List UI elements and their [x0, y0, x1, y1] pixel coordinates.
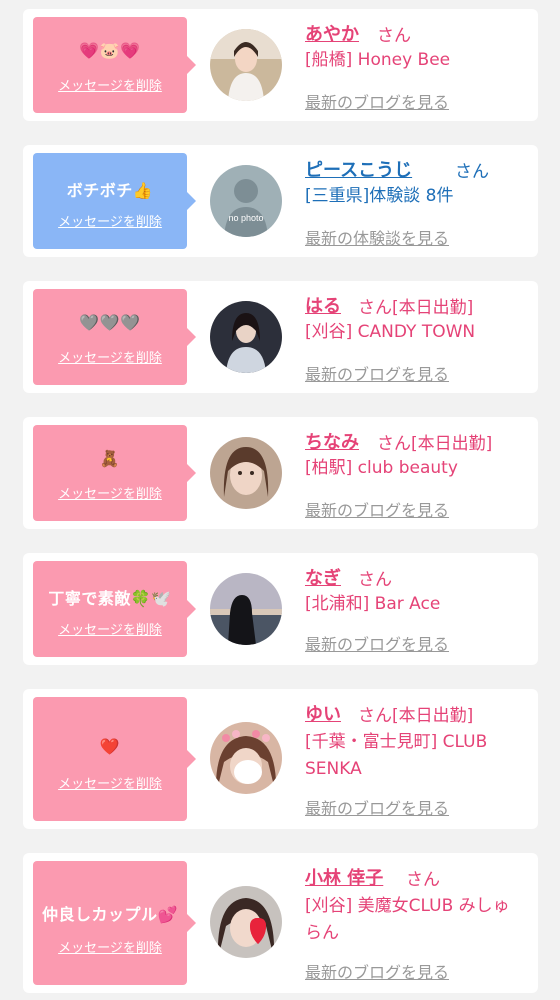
latest-blog-link[interactable]: 最新のブログを見る — [305, 959, 449, 983]
avatar[interactable] — [210, 29, 282, 101]
latest-blog-link[interactable]: 最新のブログを見る — [305, 89, 449, 113]
no-photo-avatar-icon: no photo — [210, 165, 282, 237]
message-bubble: ❤️ メッセージを削除 — [33, 697, 196, 821]
user-name-link[interactable]: ピースこうじ — [305, 156, 412, 182]
delete-message-link[interactable]: メッセージを削除 — [33, 937, 187, 956]
latest-blog-link[interactable]: 最新のブログを見る — [305, 795, 449, 819]
honorific: さん — [358, 570, 392, 590]
avatar[interactable] — [210, 886, 282, 958]
message-bubble: 丁寧で素敵🍀🕊️ メッセージを削除 — [33, 561, 196, 657]
latest-blog-link[interactable]: 最新のブログを見る — [305, 497, 449, 521]
user-name-link[interactable]: 小林 倖子 — [305, 864, 383, 890]
avatar-photo-icon — [210, 437, 282, 509]
avatar-photo-icon — [210, 29, 282, 101]
list-item: ❤️ メッセージを削除 ゆい さん[本日出勤] [千葉・富士見町] CLUB S… — [23, 689, 538, 829]
user-name-link[interactable]: ちなみ — [305, 428, 359, 454]
avatar-photo-icon — [210, 301, 282, 373]
latest-review-link[interactable]: 最新の体験談を見る — [305, 225, 449, 249]
message-bubble: 🩶🩶🩶 メッセージを削除 — [33, 289, 196, 385]
message-text: 丁寧で素敵🍀🕊️ — [48, 589, 172, 608]
user-name-link[interactable]: はる — [305, 292, 341, 318]
list-item: ボチボチ👍 メッセージを削除 no photo ピースこうじ さん [三重県]体… — [23, 145, 538, 257]
honorific: さん[本日出勤] — [358, 298, 474, 318]
shop-info: [北浦和] Bar Ace — [305, 594, 441, 614]
avatar[interactable]: no photo — [210, 165, 282, 237]
avatar-photo-icon — [210, 722, 282, 794]
message-bubble: 💗🐷💗 メッセージを削除 — [33, 17, 196, 113]
latest-blog-link[interactable]: 最新のブログを見る — [305, 361, 449, 385]
shop-info: [三重県]体験談 8件 — [305, 186, 454, 206]
message-text: ❤️ — [99, 737, 121, 756]
latest-blog-link[interactable]: 最新のブログを見る — [305, 631, 449, 655]
message-bubble: 仲良しカップル💕 メッセージを削除 — [33, 861, 196, 985]
message-text: 💗🐷💗 — [79, 41, 141, 60]
message-bubble: ボチボチ👍 メッセージを削除 — [33, 153, 196, 249]
message-text: 🩶🩶🩶 — [79, 313, 141, 332]
user-name-link[interactable]: あやか — [305, 20, 359, 46]
avatar[interactable] — [210, 573, 282, 645]
message-text: 🧸 — [99, 449, 121, 468]
avatar-photo-icon — [210, 573, 282, 645]
honorific: さん[本日出勤] — [377, 434, 493, 454]
avatar-photo-icon — [210, 886, 282, 958]
message-list: 💗🐷💗 メッセージを削除 あやか さん [船橋] Honey Bee 最新のブロ… — [0, 0, 560, 1000]
shop-info: [刈谷] 美魔女CLUB みしゅらん — [305, 896, 510, 943]
list-item: 仲良しカップル💕 メッセージを削除 小林 倖子 さん [刈谷] 美魔女CLUB … — [23, 853, 538, 993]
message-bubble: 🧸 メッセージを削除 — [33, 425, 196, 521]
message-text: 仲良しカップル💕 — [42, 905, 178, 924]
shop-info: [刈谷] CANDY TOWN — [305, 322, 476, 342]
honorific: さん — [455, 162, 489, 182]
no-photo-label: no photo — [228, 213, 263, 223]
delete-message-link[interactable]: メッセージを削除 — [33, 483, 187, 502]
list-item: 🩶🩶🩶 メッセージを削除 はる さん[本日出勤] [刈谷] CANDY TOWN… — [23, 281, 538, 393]
delete-message-link[interactable]: メッセージを削除 — [33, 211, 187, 230]
shop-info: [千葉・富士見町] CLUB SENKA — [305, 732, 488, 779]
user-name-link[interactable]: なぎ — [305, 564, 341, 590]
honorific: さん — [406, 870, 440, 890]
list-item: 丁寧で素敵🍀🕊️ メッセージを削除 なぎ さん [北浦和] Bar Ace 最新… — [23, 553, 538, 665]
shop-info: [船橋] Honey Bee — [305, 50, 451, 70]
avatar[interactable] — [210, 301, 282, 373]
delete-message-link[interactable]: メッセージを削除 — [33, 347, 187, 366]
avatar[interactable] — [210, 437, 282, 509]
list-item: 💗🐷💗 メッセージを削除 あやか さん [船橋] Honey Bee 最新のブロ… — [23, 9, 538, 121]
list-item: 🧸 メッセージを削除 ちなみ さん[本日出勤] [柏駅] club beauty… — [23, 417, 538, 529]
delete-message-link[interactable]: メッセージを削除 — [33, 619, 187, 638]
shop-info: [柏駅] club beauty — [305, 458, 458, 478]
delete-message-link[interactable]: メッセージを削除 — [33, 773, 187, 792]
delete-message-link[interactable]: メッセージを削除 — [33, 75, 187, 94]
user-name-link[interactable]: ゆい — [305, 700, 341, 726]
honorific: さん — [377, 26, 411, 46]
honorific: さん[本日出勤] — [358, 706, 474, 726]
avatar[interactable] — [210, 722, 282, 794]
message-text: ボチボチ👍 — [66, 181, 154, 200]
